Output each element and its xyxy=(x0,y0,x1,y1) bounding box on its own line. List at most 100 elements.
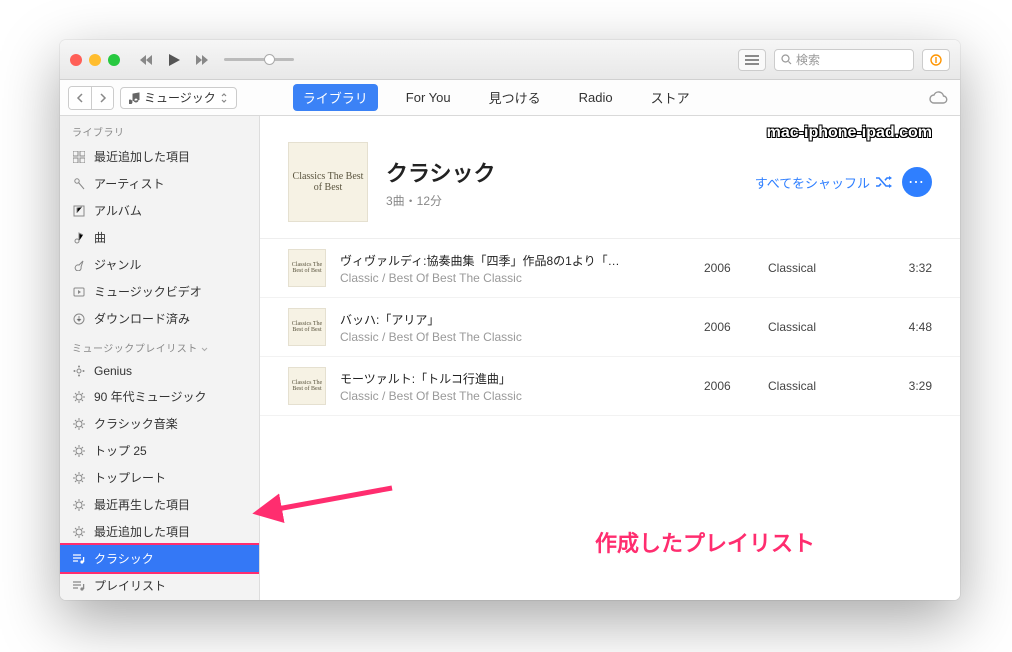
sidebar-item-smart-recentplayed[interactable]: 最近再生した項目 xyxy=(60,491,259,518)
sidebar-item-artists[interactable]: アーティスト xyxy=(60,170,259,197)
sidebar-item-downloaded[interactable]: ダウンロード済み xyxy=(60,305,259,332)
cloud-icon[interactable] xyxy=(928,91,948,105)
download-icon xyxy=(72,312,86,326)
track-sub: Classic / Best Of Best The Classic xyxy=(340,271,690,285)
track-sub: Classic / Best Of Best The Classic xyxy=(340,330,690,344)
toolbar-right: 検索 xyxy=(738,49,950,71)
titlebar: 検索 xyxy=(60,40,960,80)
shuffle-label: すべてをシャッフル xyxy=(755,173,870,192)
volume-slider[interactable] xyxy=(224,58,294,61)
sidebar-item-label: 90 年代ミュージック xyxy=(94,388,206,405)
sidebar-item-smart-toprated[interactable]: トップレート xyxy=(60,464,259,491)
annotation-label: 作成したプレイリスト xyxy=(595,526,815,558)
table-row[interactable]: Classics The Best of Best モーツァルト:「トルコ行進曲… xyxy=(260,357,960,416)
chevron-down-icon xyxy=(201,346,208,353)
sidebar-item-songs[interactable]: 曲 xyxy=(60,224,259,251)
playlist-artwork[interactable]: Classics The Best of Best xyxy=(288,142,368,222)
watermark: mac-iphone-ipad.com xyxy=(767,124,932,142)
track-duration: 3:29 xyxy=(882,379,932,393)
main-content: mac-iphone-ipad.com Classics The Best of… xyxy=(260,116,960,600)
gear-icon xyxy=(72,444,86,458)
sidebar-item-smart-classical[interactable]: クラシック音楽 xyxy=(60,410,259,437)
next-track-button[interactable] xyxy=(192,50,212,70)
sidebar-item-label: ジャンル xyxy=(94,256,141,273)
track-sub: Classic / Best Of Best The Classic xyxy=(340,389,690,403)
prev-track-button[interactable] xyxy=(136,50,156,70)
view-mode-button[interactable] xyxy=(738,49,766,71)
track-genre: Classical xyxy=(768,379,868,393)
track-artwork: Classics The Best of Best xyxy=(288,308,326,346)
sidebar-item-genres[interactable]: ジャンル xyxy=(60,251,259,278)
note-icon xyxy=(72,231,86,245)
volume-knob[interactable] xyxy=(264,54,275,65)
close-button[interactable] xyxy=(70,54,82,66)
sidebar-item-label: アルバム xyxy=(94,202,142,219)
sidebar-item-albums[interactable]: アルバム xyxy=(60,197,259,224)
sidebar-item-label: ダウンロード済み xyxy=(94,310,190,327)
sidebar-item-label: 最近再生した項目 xyxy=(94,496,190,513)
history-nav xyxy=(68,86,114,110)
sidebar-item-smart-90s[interactable]: 90 年代ミュージック xyxy=(60,383,259,410)
gear-icon xyxy=(72,390,86,404)
tab-store[interactable]: ストア xyxy=(641,84,700,111)
sidebar-item-recently-added[interactable]: 最近追加した項目 xyxy=(60,143,259,170)
track-name: ヴィヴァルディ:協奏曲集「四季」作品8の1より「… xyxy=(340,252,690,269)
sidebar-item-label: Genius xyxy=(94,364,132,378)
grid-icon xyxy=(72,150,86,164)
sidebar-item-label: トップレート xyxy=(94,469,166,486)
track-list: Classics The Best of Best ヴィヴァルディ:協奏曲集「四… xyxy=(260,238,960,416)
genius-icon xyxy=(72,364,86,378)
sidebar-head-library: ライブラリ xyxy=(60,116,259,143)
track-duration: 4:48 xyxy=(882,320,932,334)
table-row[interactable]: Classics The Best of Best ヴィヴァルディ:協奏曲集「四… xyxy=(260,239,960,298)
sidebar-item-playlist-playlist[interactable]: プレイリスト xyxy=(60,572,259,599)
window-controls xyxy=(70,54,120,66)
track-info: モーツァルト:「トルコ行進曲」 Classic / Best Of Best T… xyxy=(340,370,690,403)
track-year: 2006 xyxy=(704,320,754,334)
sidebar-item-playlist-classic[interactable]: クラシック xyxy=(60,545,259,572)
track-name: モーツァルト:「トルコ行進曲」 xyxy=(340,370,690,387)
more-button[interactable]: ⋯ xyxy=(902,167,932,197)
sidebar-item-label: 曲 xyxy=(94,229,106,246)
sidebar-item-genius[interactable]: Genius xyxy=(60,359,259,383)
tab-radio[interactable]: Radio xyxy=(569,86,623,109)
tab-browse[interactable]: 見つける xyxy=(479,84,551,111)
sidebar-item-label: ミュージックビデオ xyxy=(94,283,202,300)
sign-in-button[interactable] xyxy=(922,49,950,71)
album-icon xyxy=(72,204,86,218)
sidebar: ライブラリ 最近追加した項目 アーティスト アルバム 曲 ジャンル ミュージック… xyxy=(60,116,260,600)
navbar: ミュージック ライブラリ For You 見つける Radio ストア xyxy=(60,80,960,116)
shuffle-all-button[interactable]: すべてをシャッフル xyxy=(755,173,892,192)
play-button[interactable] xyxy=(164,50,184,70)
tab-for-you[interactable]: For You xyxy=(396,86,461,109)
track-year: 2006 xyxy=(704,261,754,275)
search-input[interactable]: 検索 xyxy=(774,49,914,71)
body: ライブラリ 最近追加した項目 アーティスト アルバム 曲 ジャンル ミュージック… xyxy=(60,116,960,600)
sidebar-item-smart-recentadded[interactable]: 最近追加した項目 xyxy=(60,518,259,545)
chevron-updown-icon xyxy=(220,93,228,103)
sidebar-head-playlists[interactable]: ミュージックプレイリスト xyxy=(60,332,259,359)
sidebar-item-label: 最近追加した項目 xyxy=(94,148,190,165)
tab-library[interactable]: ライブラリ xyxy=(293,84,378,111)
media-picker[interactable]: ミュージック xyxy=(120,87,237,109)
sidebar-item-label: トップ 25 xyxy=(94,442,147,459)
playlist-meta: 3曲・12分 xyxy=(386,192,496,209)
sidebar-item-music-videos[interactable]: ミュージックビデオ xyxy=(60,278,259,305)
track-artwork: Classics The Best of Best xyxy=(288,249,326,287)
mic-icon xyxy=(72,177,86,191)
gear-icon xyxy=(72,525,86,539)
track-duration: 3:32 xyxy=(882,261,932,275)
video-icon xyxy=(72,285,86,299)
sidebar-item-smart-top25[interactable]: トップ 25 xyxy=(60,437,259,464)
back-button[interactable] xyxy=(69,87,91,109)
track-info: バッハ:「アリア」 Classic / Best Of Best The Cla… xyxy=(340,311,690,344)
table-row[interactable]: Classics The Best of Best バッハ:「アリア」 Clas… xyxy=(260,298,960,357)
forward-button[interactable] xyxy=(91,87,113,109)
sidebar-item-label: クラシック音楽 xyxy=(94,415,178,432)
minimize-button[interactable] xyxy=(89,54,101,66)
zoom-button[interactable] xyxy=(108,54,120,66)
track-name: バッハ:「アリア」 xyxy=(340,311,690,328)
media-picker-label: ミュージック xyxy=(144,89,216,106)
search-icon xyxy=(781,54,792,65)
track-year: 2006 xyxy=(704,379,754,393)
